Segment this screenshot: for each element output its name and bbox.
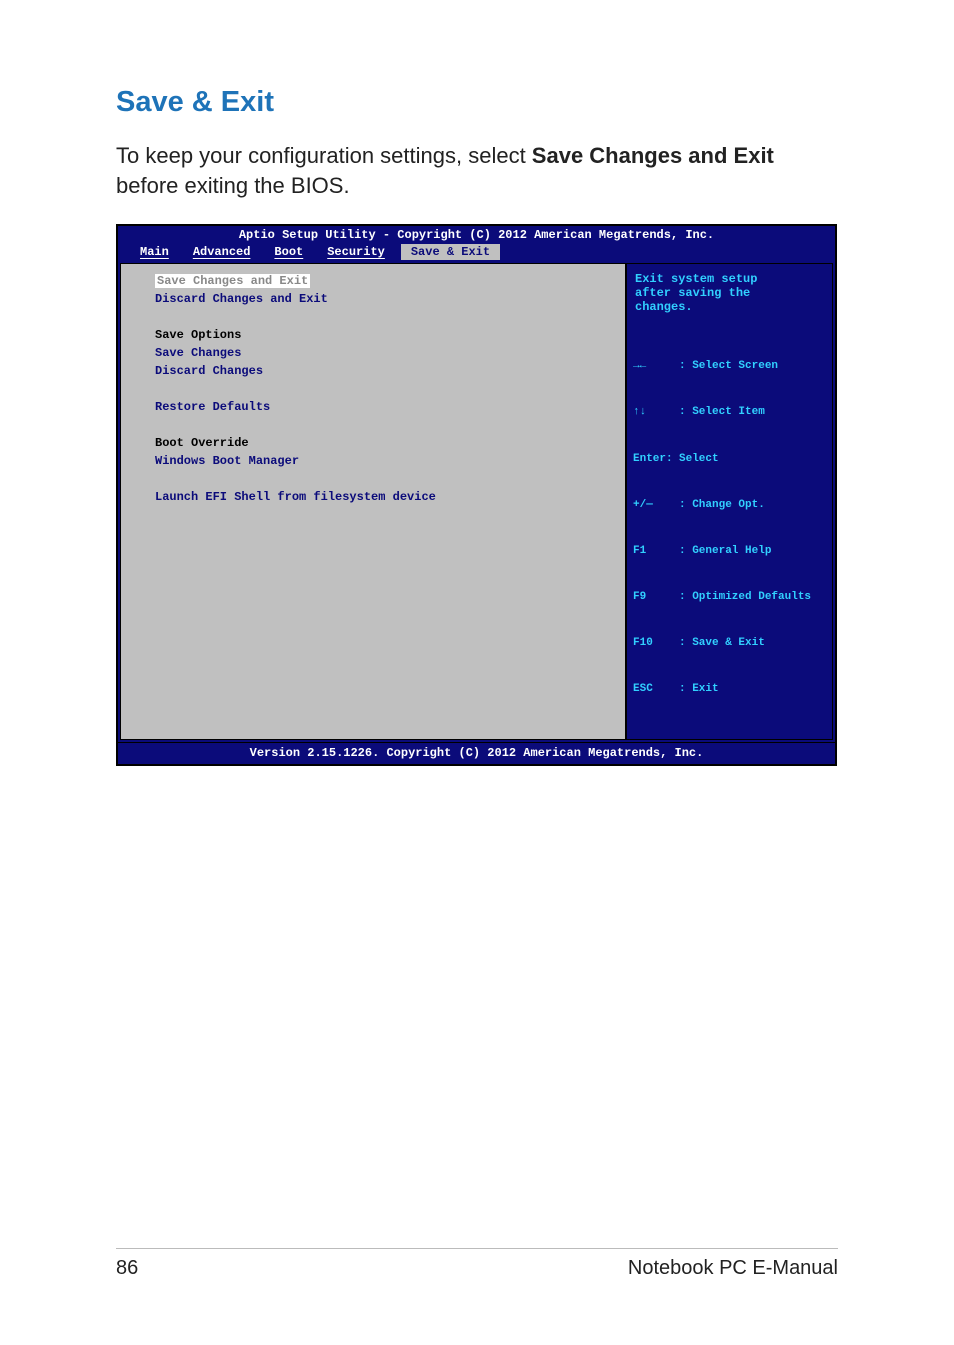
key-arrows-ud: ↑↓ xyxy=(633,405,679,420)
intro-text-after: before exiting the BIOS. xyxy=(116,173,350,198)
key-f10-desc: : Save & Exit xyxy=(679,636,765,651)
item-restore-defaults[interactable]: Restore Defaults xyxy=(155,400,611,414)
key-f1: F1 xyxy=(633,544,679,559)
key-plusminus: +/— xyxy=(633,498,679,513)
heading-boot-override: Boot Override xyxy=(155,436,611,450)
heading-save-options: Save Options xyxy=(155,328,611,342)
bios-footer: Version 2.15.1226. Copyright (C) 2012 Am… xyxy=(118,742,835,764)
key-arrows-lr-desc: : Select Screen xyxy=(679,359,778,374)
intro-text-bold: Save Changes and Exit xyxy=(532,143,774,168)
key-f9: F9 xyxy=(633,590,679,605)
item-save-changes-and-exit[interactable]: Save Changes and Exit xyxy=(155,274,310,288)
bios-help-text: Exit system setup after saving the chang… xyxy=(627,264,832,322)
tab-save-exit[interactable]: Save & Exit xyxy=(401,244,500,260)
help-line: changes. xyxy=(635,300,824,314)
page-footer: 86 Notebook PC E-Manual xyxy=(116,1248,838,1280)
help-line: after saving the xyxy=(635,286,824,300)
key-arrows-lr: →← xyxy=(633,359,679,374)
bios-titlebar: Aptio Setup Utility - Copyright (C) 2012… xyxy=(118,226,835,244)
bios-left-pane: Save Changes and Exit Discard Changes an… xyxy=(120,263,626,739)
help-line: Exit system setup xyxy=(635,272,824,286)
key-f10: F10 xyxy=(633,636,679,651)
key-esc-desc: : Exit xyxy=(679,682,719,697)
key-plusminus-desc: : Change Opt. xyxy=(679,498,765,513)
page-number: 86 xyxy=(116,1257,138,1280)
bios-right-pane: Exit system setup after saving the chang… xyxy=(626,263,833,739)
tab-security[interactable]: Security xyxy=(319,244,393,260)
bios-window: Aptio Setup Utility - Copyright (C) 2012… xyxy=(116,224,837,765)
key-f1-desc: : General Help xyxy=(679,544,771,559)
key-arrows-ud-desc: : Select Item xyxy=(679,405,765,420)
key-enter: Enter: xyxy=(633,452,679,467)
intro-text-before: To keep your configuration settings, sel… xyxy=(116,143,532,168)
tab-boot[interactable]: Boot xyxy=(266,244,311,260)
bios-menubar: Main Advanced Boot Security Save & Exit xyxy=(118,244,835,263)
tab-main[interactable]: Main xyxy=(132,244,177,260)
item-launch-efi-shell[interactable]: Launch EFI Shell from filesystem device xyxy=(155,490,611,504)
intro-paragraph: To keep your configuration settings, sel… xyxy=(116,141,838,200)
manual-title: Notebook PC E-Manual xyxy=(628,1257,838,1280)
bios-body: Save Changes and Exit Discard Changes an… xyxy=(118,263,835,741)
item-discard-changes-and-exit[interactable]: Discard Changes and Exit xyxy=(155,292,611,306)
key-enter-desc: Select xyxy=(679,452,719,467)
item-save-changes[interactable]: Save Changes xyxy=(155,346,611,360)
item-discard-changes[interactable]: Discard Changes xyxy=(155,364,611,378)
tab-advanced[interactable]: Advanced xyxy=(185,244,259,260)
item-windows-boot-manager[interactable]: Windows Boot Manager xyxy=(155,454,611,468)
key-esc: ESC xyxy=(633,682,679,697)
key-f9-desc: : Optimized Defaults xyxy=(679,590,811,605)
bios-key-legend: →←: Select Screen ↑↓: Select Item Enter:… xyxy=(627,322,832,738)
section-heading: Save & Exit xyxy=(116,86,838,119)
